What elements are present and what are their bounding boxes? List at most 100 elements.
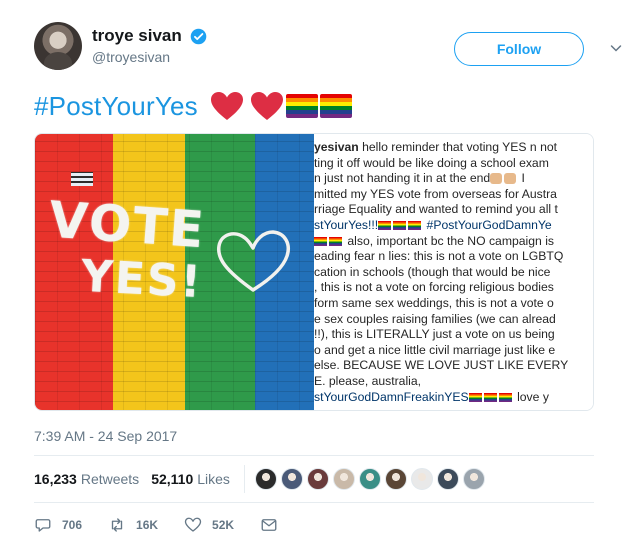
direct-message-button[interactable] <box>260 516 278 534</box>
caption-line: mitted my YES vote from overseas for Aus… <box>314 187 557 202</box>
reply-icon <box>35 519 51 532</box>
likes-label: Likes <box>197 471 230 487</box>
caption-text: hello reminder that voting YES n not <box>358 140 558 154</box>
liker-avatar[interactable] <box>384 468 407 490</box>
caption-text: !!), this is LITERALLY just a vote on us… <box>314 327 555 342</box>
hashtag-link[interactable]: #PostYourYes <box>34 91 198 122</box>
caption-text: love y <box>513 389 549 404</box>
like-count: 52K <box>212 518 235 532</box>
caption-line: ting it off would be like doing a school… <box>314 156 549 171</box>
rainbow-flag-icon <box>468 392 482 402</box>
caption-text: , this is not a vote on forcing religiou… <box>314 280 554 295</box>
liker-avatar[interactable] <box>254 468 277 490</box>
retweets-count: 16,233 <box>34 471 77 487</box>
reply-button[interactable]: 706 <box>34 516 82 534</box>
caption-text: eading fear n lies: this is not a vote o… <box>314 249 564 264</box>
caption-hashtag: stYourYes!!! <box>314 218 379 232</box>
rainbow-wall-photo[interactable]: VOTE YES! <box>35 134 314 410</box>
rainbow-flag-icon <box>314 236 327 246</box>
rainbow-flag-icon <box>393 221 407 231</box>
liker-avatar[interactable] <box>332 468 355 490</box>
rainbow-flag-icon <box>498 392 512 402</box>
likes-count: 52,110 <box>151 471 194 487</box>
caption-line: cation in schools (though that would be … <box>314 265 550 280</box>
liker-avatar[interactable] <box>436 468 459 490</box>
liker-avatar[interactable] <box>358 468 381 490</box>
stats-divider <box>243 465 245 493</box>
retweets-label: Retweets <box>80 471 140 487</box>
photo-text-yes: YES! <box>79 250 204 309</box>
rainbow-flag-icon <box>483 392 497 402</box>
like-button[interactable]: 52K <box>184 516 234 534</box>
caption-line: yesivan hello reminder that voting YES n… <box>314 140 557 155</box>
rainbow-flag-icon <box>319 94 352 118</box>
author-display-name[interactable]: troye sivan <box>92 26 182 46</box>
caption-text: else. BECAUSE WE LOVE JUST LIKE EVERY <box>314 358 569 373</box>
caption-username: yesivan <box>314 140 359 154</box>
liker-avatar[interactable] <box>306 468 329 490</box>
caption-line: also, important bc the NO campaign is <box>314 234 554 249</box>
caption-text: rriage Equality and wanted to remind you… <box>314 202 558 217</box>
liker-avatar[interactable] <box>462 468 485 490</box>
caption-line: e sex couples raising families (we can a… <box>314 312 556 327</box>
caption-line: E. please, australia, <box>314 374 421 389</box>
heart-icon <box>210 92 243 120</box>
photo-text-vote: VOTE <box>47 190 208 260</box>
engagement-stats: 16,233 Retweets 52,110 Likes <box>34 455 594 503</box>
caption-line: o and get a nice little civil marriage j… <box>314 343 555 358</box>
chalk-heart-icon <box>216 230 290 292</box>
chevron-down-icon[interactable] <box>610 42 622 54</box>
caption-text: also, important bc the NO campaign is <box>344 233 554 248</box>
author-avatar[interactable] <box>34 22 82 70</box>
tweet-actions: 706 16K 52K <box>34 512 304 538</box>
caption-text: mitted my YES vote from overseas for Aus… <box>314 186 557 201</box>
caption-text: I <box>518 171 525 186</box>
caption-line: , this is not a vote on forcing religiou… <box>314 280 554 295</box>
raised-hands-icon <box>504 173 517 185</box>
wall-vent <box>71 172 93 186</box>
liker-avatar[interactable] <box>280 468 303 490</box>
retweet-button[interactable]: 16K <box>108 516 158 534</box>
rainbow-flag-icon <box>378 221 392 231</box>
caption-text: form same sex weddings, this is not a vo… <box>314 296 554 310</box>
caption-text: E. please, australia, <box>314 374 422 388</box>
retweets-stat[interactable]: 16,233 Retweets <box>34 471 139 487</box>
caption-line: else. BECAUSE WE LOVE JUST LIKE EVERY <box>314 358 568 373</box>
liker-avatar[interactable] <box>410 468 433 490</box>
caption-line: n just not handing it in at the end I <box>314 171 525 186</box>
caption-line: form same sex weddings, this is not a vo… <box>314 296 554 311</box>
caption-text: n just not handing it in at the end <box>314 171 491 186</box>
retweet-count: 16K <box>136 518 159 532</box>
caption-line: stYourGodDamnFreakinYES love y <box>314 390 549 405</box>
caption-line: eading fear n lies: this is not a vote o… <box>314 249 563 264</box>
rainbow-flag-icon <box>329 236 342 246</box>
rainbow-flag-icon <box>408 221 422 231</box>
likes-stat[interactable]: 52,110 Likes <box>151 471 230 487</box>
caption-line: !!), this is LITERALLY just a vote on us… <box>314 327 555 342</box>
caption-hashtag: stYourGodDamnFreakinYES <box>314 389 469 404</box>
liker-avatars <box>254 468 489 490</box>
retweet-icon <box>111 518 123 532</box>
author-name-block[interactable]: troye sivan @troyesivan <box>92 26 207 65</box>
rainbow-flag-icon <box>285 94 318 118</box>
caption-text: e sex couples raising families (we can a… <box>314 311 556 326</box>
caption-text: o and get a nice little civil marriage j… <box>314 342 556 357</box>
tweet-text: #PostYourYes <box>34 88 352 124</box>
tweet-media[interactable]: VOTE YES! yesivan hello reminder that vo… <box>34 133 594 411</box>
caption-hashtag: #PostYourGodDamnYe <box>423 218 552 232</box>
caption-line: stYourYes!!! #PostYourGodDamnYe <box>314 218 552 233</box>
instagram-caption-screenshot: yesivan hello reminder that voting YES n… <box>314 134 593 410</box>
author-handle[interactable]: @troyesivan <box>92 49 207 65</box>
reply-count: 706 <box>62 518 83 532</box>
raised-hands-icon <box>490 173 503 185</box>
tweet-header: troye sivan @troyesivan Follow <box>34 18 622 78</box>
tweet-timestamp[interactable]: 7:39 AM - 24 Sep 2017 <box>34 428 177 444</box>
envelope-icon <box>261 519 277 531</box>
verified-badge-icon <box>190 28 207 44</box>
like-heart-icon <box>184 517 202 532</box>
caption-line: rriage Equality and wanted to remind you… <box>314 202 558 217</box>
caption-text: ting it off would be like doing a school… <box>314 155 549 170</box>
heart-icon <box>250 92 283 120</box>
follow-button[interactable]: Follow <box>454 32 584 66</box>
caption-text: cation in schools (though that would be … <box>314 264 551 279</box>
